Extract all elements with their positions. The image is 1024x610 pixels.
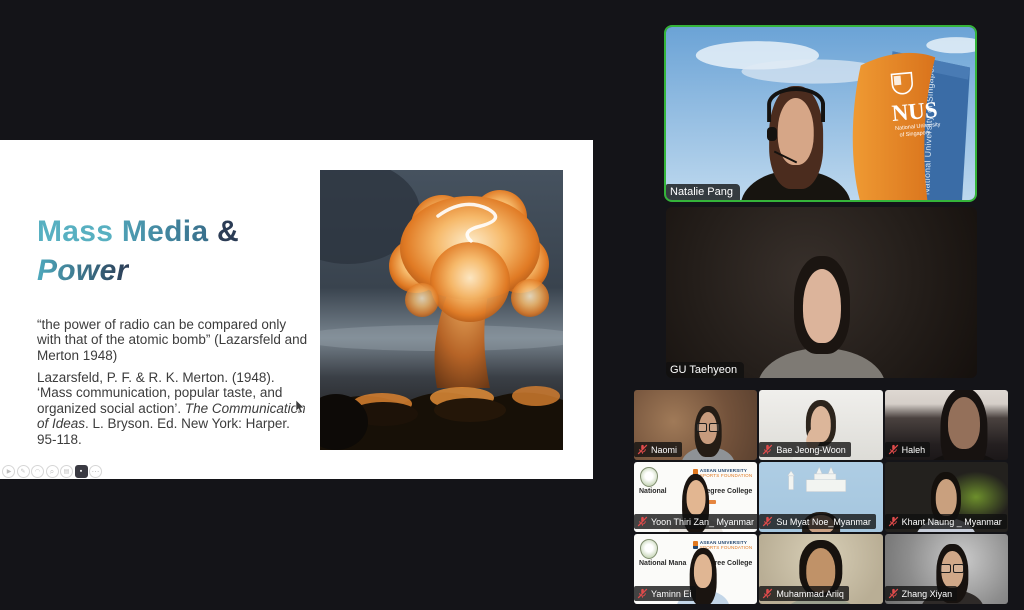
muted-mic-icon	[888, 516, 899, 527]
video-tile-yoon-thiri-zan[interactable]: ASEAN UNIVERSITY SPORTS FOUNDATION Natio…	[634, 462, 757, 532]
video-tile-khant-naung[interactable]: Khant Naung _ Myanmar	[885, 462, 1008, 532]
slide-title: Mass Media &Power	[37, 212, 239, 290]
participant-name-label: Yaminn Ei	[634, 586, 696, 601]
more-icon[interactable]	[89, 465, 102, 478]
video-tile-bae-jeong-woon[interactable]: Bae Jeong-Woon	[759, 390, 882, 460]
mouse-cursor	[295, 400, 305, 415]
muted-mic-icon	[637, 444, 648, 455]
glasses	[940, 564, 964, 573]
eraser-icon[interactable]	[31, 465, 44, 478]
muted-mic-icon	[762, 588, 773, 599]
participant-name-label: Haleh	[885, 442, 931, 457]
participant-silhouette	[766, 256, 878, 378]
participant-name-label: Zhang Xiyan	[885, 586, 958, 601]
participant-name-label: Khant Naung _ Myanmar	[885, 514, 1007, 529]
college-crest-logo	[640, 539, 658, 559]
notes-icon[interactable]	[60, 465, 73, 478]
meeting-window: Mass Media &Power “the power of radio ca…	[0, 0, 1024, 610]
muted-mic-icon	[637, 588, 648, 599]
video-tile-su-myat-noe[interactable]: Su Myat Noe_Myanmar	[759, 462, 882, 532]
participant-name-label: Su Myat Noe_Myanmar	[759, 514, 876, 529]
participant-silhouette	[748, 86, 844, 202]
participant-name-label: GU Taehyeon	[666, 362, 744, 378]
muted-mic-icon	[888, 444, 899, 455]
muted-mic-icon	[637, 516, 648, 527]
video-tile-haleh[interactable]: Haleh	[885, 390, 1008, 460]
slide-quote-text: “the power of radio can be compared only…	[37, 317, 311, 364]
participant-name-label: Yoon Thiri Zan_ Myanmar	[634, 514, 757, 529]
video-tile-yaminn-ei[interactable]: ASEAN UNIVERSITY SPORTS FOUNDATION Natio…	[634, 534, 757, 604]
video-tile-muhammad-ariiq[interactable]: Muhammad Ariiq	[759, 534, 882, 604]
muted-mic-icon	[762, 444, 773, 455]
participant-name-label: Bae Jeong-Woon	[759, 442, 850, 457]
glasses	[696, 423, 720, 432]
video-tile-gu-taehyeon[interactable]: GU Taehyeon	[666, 207, 977, 378]
participant-name-label: Naomi	[634, 442, 682, 457]
participants-grid: Naomi Bae Jeong-Woon Haleh	[634, 390, 1008, 604]
participant-name-label: Natalie Pang	[666, 184, 740, 200]
participant-name-label: Muhammad Ariiq	[759, 586, 849, 601]
video-tile-zhang-xiyan[interactable]: Zhang Xiyan	[885, 534, 1008, 604]
college-crest-logo	[640, 467, 658, 487]
headset-icon	[767, 87, 825, 122]
pen-icon[interactable]	[17, 465, 30, 478]
slide-toolbar	[2, 465, 102, 478]
mushroom-cloud-image	[320, 170, 563, 450]
play-icon[interactable]	[2, 465, 15, 478]
magnifier-icon[interactable]	[46, 465, 59, 478]
slide-citation-text: Lazarsfeld, P. F. & R. K. Merton. (1948)…	[37, 370, 311, 448]
shared-presentation-slide: Mass Media &Power “the power of radio ca…	[0, 140, 593, 479]
muted-mic-icon	[762, 516, 773, 527]
video-tile-natalie-pang[interactable]: National University of Singapore NUS Nat…	[664, 25, 977, 202]
svg-text:NUS: NUS	[891, 96, 939, 126]
muted-mic-icon	[888, 588, 899, 599]
video-tile-naomi[interactable]: Naomi	[634, 390, 757, 460]
camera-icon[interactable]	[75, 465, 88, 478]
participant-silhouette	[926, 390, 1002, 460]
participant-silhouette	[685, 406, 731, 460]
